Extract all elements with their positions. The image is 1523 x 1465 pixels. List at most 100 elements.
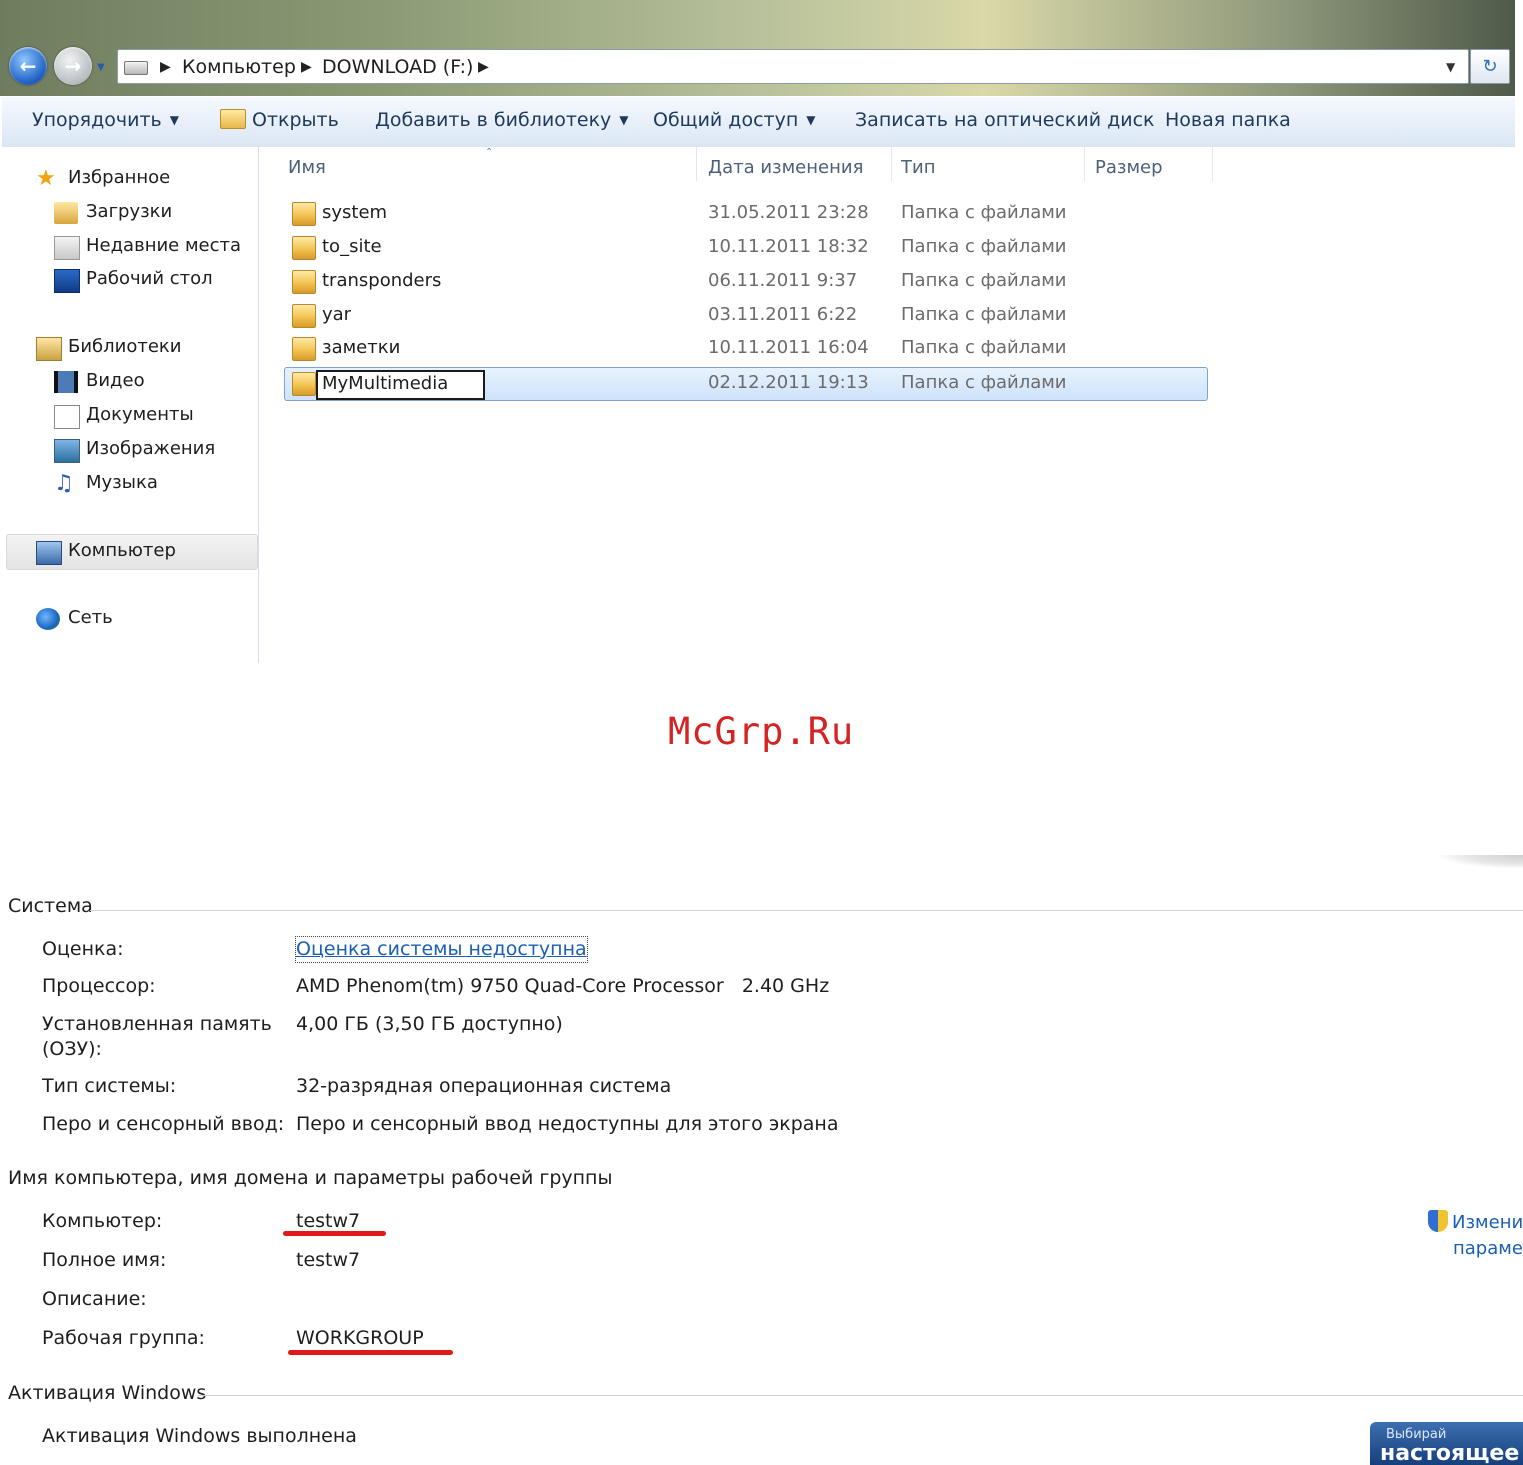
open-button[interactable]: Открыть	[220, 109, 339, 131]
share-menu[interactable]: Общий доступ ▼	[653, 109, 815, 131]
folder-icon	[292, 270, 316, 294]
chevron-down-icon: ▼	[619, 113, 629, 127]
burn-button[interactable]: Записать на оптический диск	[855, 109, 1155, 131]
file-name: to_site	[322, 236, 382, 257]
column-divider[interactable]	[891, 147, 892, 181]
refresh-icon: ↻	[1482, 56, 1498, 77]
folder-icon	[292, 236, 316, 260]
nav-computer-label: Компьютер	[68, 540, 176, 561]
nav-music-label: Музыка	[86, 472, 158, 493]
organize-menu[interactable]: Упорядочить ▼	[32, 109, 179, 131]
recent-places-icon	[54, 236, 80, 260]
file-name: system	[322, 202, 388, 223]
add-to-library-label: Добавить в библиотеку	[375, 109, 612, 131]
breadcrumb-drive[interactable]: DOWNLOAD (F:)	[322, 56, 473, 78]
breadcrumb-separator-icon[interactable]: ▶	[478, 59, 489, 75]
file-type: Папка с файлами	[901, 270, 1067, 291]
column-header-modified[interactable]: Дата изменения	[708, 157, 863, 178]
file-name: заметки	[322, 337, 401, 358]
red-underline-annotation	[288, 1350, 453, 1355]
table-row[interactable]: заметки 10.11.2011 16:04 Папка с файлами	[285, 333, 1207, 365]
nav-favorites-label: Избранное	[68, 167, 171, 188]
system-type-label: Тип системы:	[42, 1075, 177, 1097]
nav-recent-label: Недавние места	[86, 235, 242, 256]
back-arrow-icon: ←	[19, 54, 37, 78]
folder-icon	[292, 304, 316, 328]
open-label: Открыть	[252, 109, 339, 131]
address-bar[interactable]: ▶ Компьютер ▶ DOWNLOAD (F:) ▶ ▼	[117, 49, 1469, 84]
breadcrumb-computer[interactable]: Компьютер	[182, 56, 296, 78]
navigation-pane: ★ Избранное Загрузки Недавние места Рабо…	[2, 147, 259, 663]
system-properties-panel: Система Оценка: Оценка системы недоступн…	[0, 855, 1523, 1465]
new-folder-button[interactable]: Новая папка	[1165, 109, 1291, 131]
breadcrumb-separator-icon[interactable]: ▶	[301, 59, 312, 75]
workgroup-value: WORKGROUP	[296, 1327, 424, 1349]
column-header-name[interactable]: Имя	[288, 157, 326, 178]
description-label: Описание:	[42, 1288, 147, 1310]
banner-line1: Выбирай	[1386, 1427, 1447, 1442]
chevron-down-icon: ▼	[806, 113, 816, 127]
table-row[interactable]: transponders 06.11.2011 9:37 Папка с фай…	[285, 266, 1207, 298]
share-label: Общий доступ	[653, 109, 799, 131]
file-name: transponders	[322, 270, 442, 291]
network-icon	[36, 608, 60, 630]
processor-label: Процессор:	[42, 975, 156, 997]
column-divider[interactable]	[1084, 147, 1085, 181]
full-name-label: Полное имя:	[42, 1249, 167, 1271]
nav-images-label: Изображения	[86, 438, 216, 459]
add-to-library-menu[interactable]: Добавить в библиотеку ▼	[375, 109, 629, 131]
open-folder-icon	[220, 109, 246, 129]
column-header-type[interactable]: Тип	[901, 157, 935, 178]
banner-line2: настоящее	[1380, 1441, 1520, 1465]
refresh-button[interactable]: ↻	[1470, 49, 1510, 84]
folder-icon	[292, 372, 316, 396]
section-title-computer-name: Имя компьютера, имя домена и параметры р…	[8, 1167, 613, 1189]
column-divider[interactable]	[1212, 147, 1213, 181]
change-settings-label-line1: Измени	[1452, 1212, 1523, 1233]
file-type: Папка с файлами	[901, 202, 1067, 223]
file-modified: 06.11.2011 9:37	[708, 270, 858, 291]
memory-label-line1: Установленная память	[42, 1013, 272, 1035]
rename-input[interactable]: MyMultimedia	[316, 370, 485, 400]
section-title-system: Система	[8, 895, 93, 917]
column-header-size[interactable]: Размер	[1095, 157, 1163, 178]
command-bar: Упорядочить ▼ Открыть Добавить в библиоте…	[2, 96, 1515, 148]
table-row[interactable]: to_site 10.11.2011 18:32 Папка с файлами	[285, 232, 1207, 264]
genuine-microsoft-banner[interactable]: Выбирай настоящее	[1370, 1422, 1523, 1465]
breadcrumb-separator-icon[interactable]: ▶	[160, 59, 171, 75]
memory-value: 4,00 ГБ (3,50 ГБ доступно)	[296, 1013, 563, 1035]
back-button[interactable]: ←	[9, 47, 47, 85]
forward-arrow-icon: →	[64, 54, 82, 78]
explorer-window: ← → ▼ ▶ Компьютер ▶ DOWNLOAD (F:) ▶ ▼ ↻ …	[0, 0, 1515, 663]
recent-pages-chevron-down-icon[interactable]: ▼	[97, 62, 109, 73]
nav-libraries-label: Библиотеки	[68, 336, 182, 357]
red-underline-annotation	[283, 1231, 386, 1236]
chevron-down-icon: ▼	[169, 113, 179, 127]
workgroup-label: Рабочая группа:	[42, 1327, 205, 1349]
pen-touch-value: Перо и сенсорный ввод недоступны для это…	[296, 1113, 839, 1135]
forward-button[interactable]: →	[54, 47, 92, 85]
file-type: Папка с файлами	[901, 372, 1067, 393]
rating-link[interactable]: Оценка системы недоступна	[295, 936, 588, 963]
watermark-text: McGrp.Ru	[668, 710, 855, 753]
table-row[interactable]: yar 03.11.2011 6:22 Папка с файлами	[285, 300, 1207, 332]
file-modified: 10.11.2011 16:04	[708, 337, 869, 358]
table-row[interactable]: system 31.05.2011 23:28 Папка с файлами	[285, 198, 1207, 230]
column-divider[interactable]	[696, 147, 697, 181]
sort-ascending-icon: ⌃	[485, 147, 494, 158]
activation-status: Активация Windows выполнена	[42, 1425, 357, 1447]
images-icon	[54, 439, 80, 463]
processor-value: AMD Phenom(tm) 9750 Quad-Core Processor …	[296, 975, 830, 997]
full-name-value: testw7	[296, 1249, 361, 1271]
change-settings-link[interactable]: Измени параме	[1428, 1210, 1523, 1262]
downloads-folder-icon	[54, 202, 78, 224]
table-row-selected[interactable]: MyMultimedia 02.12.2011 19:13 Папка с фа…	[284, 367, 1208, 401]
memory-label-line2: (ОЗУ):	[42, 1038, 102, 1060]
music-note-icon: ♫	[54, 471, 74, 496]
system-type-value: 32-разрядная операционная система	[296, 1075, 672, 1097]
file-name: MyMultimedia	[322, 373, 449, 394]
nav-video-label: Видео	[86, 370, 145, 391]
address-history-chevron-down-icon[interactable]: ▼	[1446, 60, 1455, 74]
section-divider	[198, 1395, 1523, 1396]
section-title-activation: Активация Windows	[8, 1382, 207, 1404]
